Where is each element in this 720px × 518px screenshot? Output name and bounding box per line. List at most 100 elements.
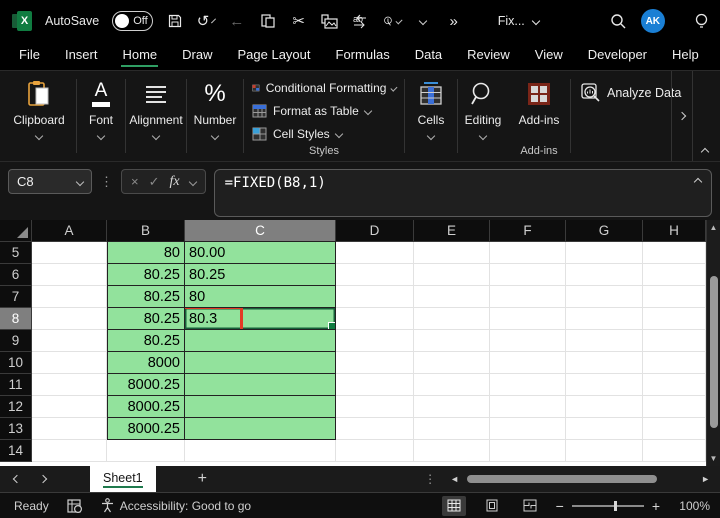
cell-B14[interactable] (107, 440, 185, 462)
row-header-5[interactable]: 5 (0, 242, 32, 264)
horizontal-scroll-thumb[interactable] (467, 475, 658, 483)
cell-B8[interactable]: 80.25 (107, 308, 185, 330)
col-header-D[interactable]: D (336, 220, 414, 242)
cell-A6[interactable] (32, 264, 107, 286)
alignment-group[interactable]: Alignment (126, 71, 186, 161)
col-header-H[interactable]: H (643, 220, 706, 242)
horizontal-scrollbar[interactable]: ◄ ► (450, 474, 710, 484)
row-header-14[interactable]: 14 (0, 440, 32, 462)
tab-draw[interactable]: Draw (181, 44, 213, 68)
tab-developer[interactable]: Developer (587, 44, 648, 68)
col-header-B[interactable]: B (107, 220, 185, 242)
scroll-left-icon[interactable]: ◄ (450, 474, 459, 484)
cell-C7[interactable]: 80 (185, 286, 336, 308)
cell-H9[interactable] (643, 330, 706, 352)
page-layout-view-button[interactable] (480, 496, 504, 516)
save-icon[interactable] (166, 12, 184, 30)
paste-picture-icon[interactable] (321, 12, 339, 30)
vertical-scroll-thumb[interactable] (710, 276, 718, 428)
cell-D9[interactable] (336, 330, 414, 352)
cancel-icon[interactable]: × (131, 174, 139, 189)
col-header-F[interactable]: F (490, 220, 566, 242)
cell-D10[interactable] (336, 352, 414, 374)
cell-B11[interactable]: 8000.25 (107, 374, 185, 396)
row-header-10[interactable]: 10 (0, 352, 32, 374)
cell-C10[interactable] (185, 352, 336, 374)
scroll-down-icon[interactable]: ▼ (710, 451, 718, 465)
formula-input[interactable]: =FIXED(B8,1) (213, 169, 712, 217)
cell-D11[interactable] (336, 374, 414, 396)
row-header-12[interactable]: 12 (0, 396, 32, 418)
cell-H12[interactable] (643, 396, 706, 418)
tab-insert[interactable]: Insert (64, 44, 99, 68)
col-header-G[interactable]: G (566, 220, 643, 242)
cell-F11[interactable] (490, 374, 566, 396)
zoom-out-icon[interactable]: − (556, 498, 564, 514)
accessibility-status[interactable]: Accessibility: Good to go (101, 498, 251, 513)
lightbulb-icon[interactable] (693, 12, 711, 30)
cell-E13[interactable] (414, 418, 490, 440)
name-box[interactable]: C8 (8, 169, 92, 194)
cell-E12[interactable] (414, 396, 490, 418)
cell-A11[interactable] (32, 374, 107, 396)
new-sheet-icon[interactable]: + (198, 466, 207, 492)
search-icon[interactable] (610, 12, 628, 30)
tab-formulas[interactable]: Formulas (335, 44, 391, 68)
cell-E9[interactable] (414, 330, 490, 352)
document-name[interactable]: Fix... (498, 14, 541, 28)
replace-icon[interactable]: ab (352, 12, 370, 30)
cell-E11[interactable] (414, 374, 490, 396)
tab-help[interactable]: Help (671, 44, 700, 68)
macro-record-icon[interactable] (67, 498, 83, 513)
cell-H6[interactable] (643, 264, 706, 286)
cell-D7[interactable] (336, 286, 414, 308)
cell-G9[interactable] (566, 330, 643, 352)
clipboard-group[interactable]: Clipboard (2, 71, 76, 161)
cells-group[interactable]: Cells (405, 71, 457, 161)
cell-A7[interactable] (32, 286, 107, 308)
page-break-view-button[interactable] (518, 496, 542, 516)
more-commands-icon[interactable]: » (445, 12, 463, 30)
cell-H14[interactable] (643, 440, 706, 462)
cell-H5[interactable] (643, 242, 706, 264)
cell-styles-button[interactable]: Cell Styles (252, 122, 396, 145)
cell-G10[interactable] (566, 352, 643, 374)
cell-F9[interactable] (490, 330, 566, 352)
cell-C13[interactable] (185, 418, 336, 440)
cell-A8[interactable] (32, 308, 107, 330)
cell-H7[interactable] (643, 286, 706, 308)
cell-H8[interactable] (643, 308, 706, 330)
analyze-data-button[interactable]: Analyze Data (581, 83, 681, 103)
tab-page-layout[interactable]: Page Layout (237, 44, 312, 68)
cell-D14[interactable] (336, 440, 414, 462)
select-all-corner[interactable] (0, 220, 32, 242)
cell-F10[interactable] (490, 352, 566, 374)
row-header-11[interactable]: 11 (0, 374, 32, 396)
cell-C14[interactable] (185, 440, 336, 462)
cell-B6[interactable]: 80.25 (107, 264, 185, 286)
cell-C5[interactable]: 80.00 (185, 241, 336, 264)
cell-D8[interactable] (336, 308, 414, 330)
cell-E6[interactable] (414, 264, 490, 286)
cell-D6[interactable] (336, 264, 414, 286)
normal-view-button[interactable] (441, 495, 466, 516)
cell-D13[interactable] (336, 418, 414, 440)
cell-F12[interactable] (490, 396, 566, 418)
cell-B5[interactable]: 80 (107, 241, 185, 264)
cell-A10[interactable] (32, 352, 107, 374)
col-header-C[interactable]: C (185, 220, 336, 242)
sheet-tab-sheet1[interactable]: Sheet1 (90, 466, 156, 492)
cell-C12[interactable] (185, 396, 336, 418)
cell-A14[interactable] (32, 440, 107, 462)
zoom-in-icon[interactable]: + (652, 498, 660, 514)
cell-A13[interactable] (32, 418, 107, 440)
cell-E14[interactable] (414, 440, 490, 462)
tab-review[interactable]: Review (466, 44, 511, 68)
enter-icon[interactable]: ✓ (149, 174, 160, 190)
cell-G12[interactable] (566, 396, 643, 418)
vertical-scrollbar[interactable]: ▲ ▼ (706, 220, 720, 466)
col-header-A[interactable]: A (32, 220, 107, 242)
format-as-table-button[interactable]: Format as Table (252, 100, 396, 123)
excel-app-icon[interactable]: X (12, 11, 32, 31)
font-group[interactable]: A Font (77, 71, 125, 161)
